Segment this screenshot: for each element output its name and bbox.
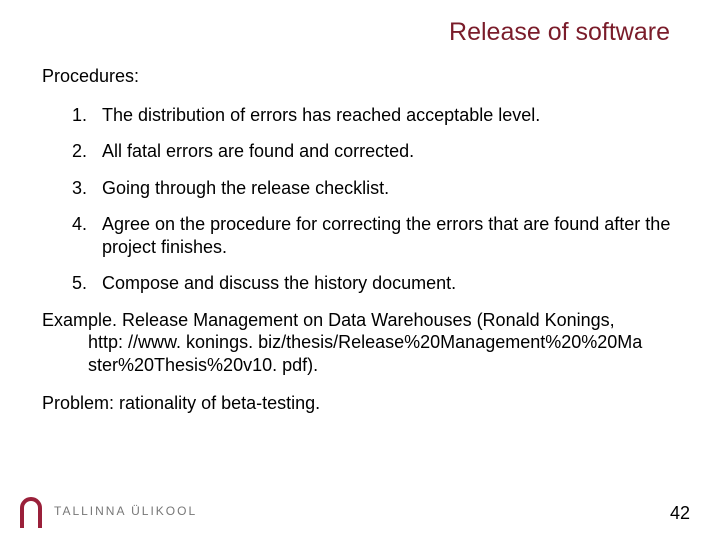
item-text: Compose and discuss the history document…	[102, 272, 678, 295]
slide-footer: TALLINNA ÜLIKOOL 42	[0, 488, 720, 528]
item-number: 4.	[72, 213, 102, 258]
list-item: 1. The distribution of errors has reache…	[72, 104, 678, 127]
item-text: Going through the release checklist.	[102, 177, 678, 200]
example-paragraph: Example. Release Management on Data Ware…	[42, 309, 678, 377]
item-text: Agree on the procedure for correcting th…	[102, 213, 678, 258]
university-logo: TALLINNA ÜLIKOOL	[18, 494, 197, 528]
slide-body: Procedures: 1. The distribution of error…	[42, 65, 678, 415]
example-url-line2: ster%20Thesis%20v10. pdf).	[42, 354, 678, 377]
slide-title: Release of software	[42, 18, 678, 47]
example-url-line1: http: //www. konings. biz/thesis/Release…	[42, 331, 678, 354]
list-item: 2. All fatal errors are found and correc…	[72, 140, 678, 163]
slide: Release of software Procedures: 1. The d…	[0, 0, 720, 540]
item-number: 3.	[72, 177, 102, 200]
example-lead: Example. Release Management on Data Ware…	[42, 310, 615, 330]
list-item: 3. Going through the release checklist.	[72, 177, 678, 200]
item-number: 5.	[72, 272, 102, 295]
list-item: 5. Compose and discuss the history docum…	[72, 272, 678, 295]
procedures-list: 1. The distribution of errors has reache…	[42, 104, 678, 295]
problem-line: Problem: rationality of beta-testing.	[42, 392, 678, 415]
item-text: The distribution of errors has reached a…	[102, 104, 678, 127]
logo-text: TALLINNA ÜLIKOOL	[54, 504, 197, 518]
procedures-heading: Procedures:	[42, 65, 678, 88]
logo-arch-icon	[18, 494, 44, 528]
item-number: 1.	[72, 104, 102, 127]
item-number: 2.	[72, 140, 102, 163]
item-text: All fatal errors are found and corrected…	[102, 140, 678, 163]
page-number: 42	[670, 503, 690, 524]
list-item: 4. Agree on the procedure for correcting…	[72, 213, 678, 258]
